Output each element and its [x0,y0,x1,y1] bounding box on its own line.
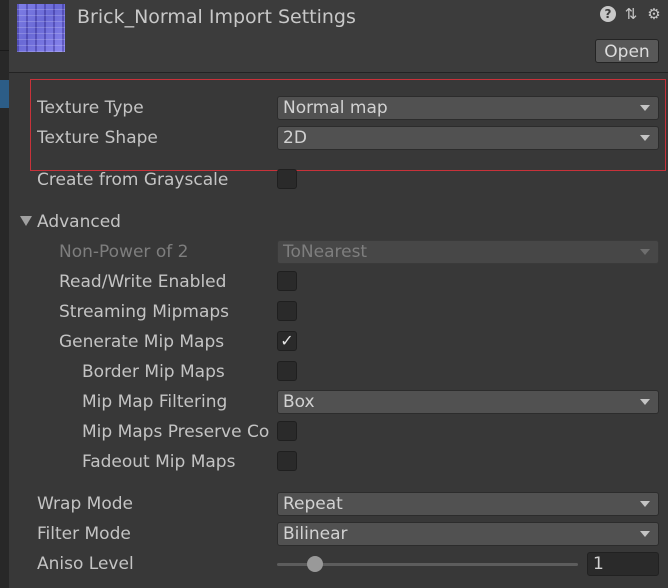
aniso-level-input[interactable]: 1 [587,552,659,576]
preset-icon[interactable]: ⇅ [623,6,639,22]
open-button[interactable]: Open [595,39,659,63]
mip-map-filtering-dropdown[interactable]: Box [277,390,659,414]
inspector-title: Brick_Normal Import Settings [77,6,356,28]
dropdown-arrow-icon [640,249,650,255]
dropdown-arrow-icon [640,135,650,141]
border-mip-maps-label: Border Mip Maps [82,362,225,382]
texture-shape-row: Texture Shape 2D [0,126,668,150]
aniso-level-row: Aniso Level 1 [0,552,668,576]
mip-maps-preserve-coverage-row: Mip Maps Preserve Co [0,420,668,444]
aniso-level-label: Aniso Level [37,554,134,574]
mip-map-filtering-row: Mip Map Filtering Box [0,390,668,414]
checkmark-icon: ✓ [280,331,294,350]
non-power-of-2-row: Non-Power of 2 ToNearest [0,240,668,264]
texture-type-row: Texture Type Normal map [0,96,668,120]
advanced-foldout[interactable]: Advanced [0,210,668,234]
generate-mip-maps-row: Generate Mip Maps ✓ [0,330,668,354]
mip-maps-preserve-coverage-label: Mip Maps Preserve Co [82,422,270,442]
wrap-mode-value: Repeat [283,494,343,514]
wrap-mode-row: Wrap Mode Repeat [0,492,668,516]
aniso-level-value: 1 [593,554,604,574]
dropdown-arrow-icon [640,105,650,111]
filter-mode-dropdown[interactable]: Bilinear [277,522,659,546]
header-icons: ? ⇅ ⚙ [600,6,662,22]
non-power-of-2-value: ToNearest [283,242,368,262]
foldout-expanded-icon[interactable] [20,216,32,226]
fadeout-mip-maps-checkbox[interactable] [277,451,297,471]
filter-mode-row: Filter Mode Bilinear [0,522,668,546]
aniso-level-slider-thumb[interactable] [306,556,323,572]
settings-gear-icon[interactable]: ⚙ [646,6,662,22]
texture-shape-value: 2D [283,128,307,148]
streaming-mipmaps-checkbox[interactable] [277,301,297,321]
streaming-mipmaps-row: Streaming Mipmaps [0,300,668,324]
non-power-of-2-label: Non-Power of 2 [59,242,189,262]
read-write-checkbox[interactable] [277,271,297,291]
read-write-label: Read/Write Enabled [59,272,227,292]
mip-maps-preserve-coverage-checkbox[interactable] [277,421,297,441]
filter-mode-value: Bilinear [283,524,348,544]
dropdown-arrow-icon [640,531,650,537]
border-mip-maps-row: Border Mip Maps [0,360,668,384]
create-from-grayscale-row: Create from Grayscale [0,168,668,192]
advanced-label: Advanced [37,212,121,232]
generate-mip-maps-checkbox[interactable]: ✓ [277,331,297,351]
mip-map-filtering-label: Mip Map Filtering [82,392,228,412]
texture-type-dropdown[interactable]: Normal map [277,96,659,120]
texture-type-label: Texture Type [37,98,144,118]
help-icon[interactable]: ? [600,6,616,22]
fadeout-mip-maps-row: Fadeout Mip Maps [0,450,668,474]
generate-mip-maps-label: Generate Mip Maps [59,332,225,352]
texture-shape-label: Texture Shape [37,128,158,148]
streaming-mipmaps-label: Streaming Mipmaps [59,302,230,322]
mip-map-filtering-value: Box [283,392,315,412]
filter-mode-label: Filter Mode [37,524,131,544]
non-power-of-2-dropdown: ToNearest [277,240,659,264]
highlight-outline [30,79,666,171]
border-mip-maps-checkbox[interactable] [277,361,297,381]
create-from-grayscale-label: Create from Grayscale [37,170,229,190]
create-from-grayscale-checkbox[interactable] [277,169,297,189]
wrap-mode-dropdown[interactable]: Repeat [277,492,659,516]
wrap-mode-label: Wrap Mode [37,494,133,514]
left-panel-divider [0,50,9,51]
texture-thumbnail [17,4,65,52]
read-write-row: Read/Write Enabled [0,270,668,294]
inspector-header: Brick_Normal Import Settings ? ⇅ ⚙ Open [9,0,668,73]
fadeout-mip-maps-label: Fadeout Mip Maps [82,452,236,472]
dropdown-arrow-icon [640,501,650,507]
dropdown-arrow-icon [640,399,650,405]
texture-shape-dropdown[interactable]: 2D [277,126,659,150]
texture-type-value: Normal map [283,98,388,118]
